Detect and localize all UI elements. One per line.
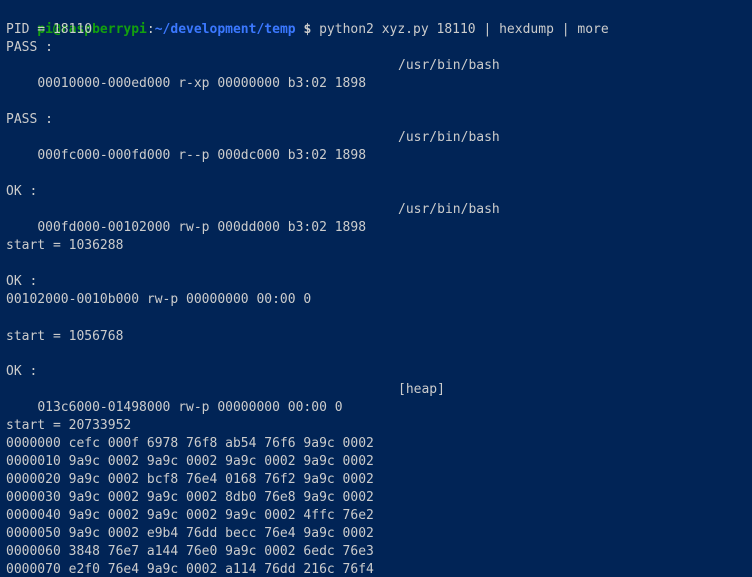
memory-map-line: 00010000-000ed000 r-xp 00000000 b3:02 18… <box>6 57 746 91</box>
status-line: PASS : <box>6 112 53 127</box>
hexdump-line: 0000030 9a9c 0002 9a9c 0002 8db0 76e8 9a… <box>6 490 374 505</box>
prompt-line: pi@raspberrypi:~/development/temp $ pyth… <box>6 3 608 37</box>
memory-map-line: 000fd000-00102000 rw-p 000dd000 b3:02 18… <box>6 201 746 235</box>
command-text: python2 xyz.py 18110 | hexdump | more <box>311 22 609 37</box>
hexdump-line: 0000070 e2f0 76e4 9a9c 0002 a114 76dd 21… <box>6 562 374 577</box>
memory-map-line: 013c6000-01498000 rw-p 00000000 00:00 0 … <box>6 381 746 415</box>
memory-map-range: 00010000-000ed000 r-xp 00000000 b3:02 18… <box>37 76 367 91</box>
memory-map-path: /usr/bin/bash <box>398 58 500 73</box>
prompt-separator: : <box>146 22 155 37</box>
status-line: PASS : <box>6 40 53 55</box>
pid-line: PID = 18110 <box>6 22 93 37</box>
terminal-window[interactable]: pi@raspberrypi:~/development/temp $ pyth… <box>0 0 752 577</box>
hexdump-line: 0000000 cefc 000f 6978 76f8 ab54 76f6 9a… <box>6 436 374 451</box>
hexdump-line: 0000040 9a9c 0002 9a9c 0002 9a9c 0002 4f… <box>6 508 374 523</box>
start-line: start = 20733952 <box>6 418 132 433</box>
start-line: start = 1036288 <box>6 238 124 253</box>
memory-map-line: 00102000-0010b000 rw-p 00000000 00:00 0 <box>6 292 312 307</box>
hexdump-line: 0000020 9a9c 0002 bcf8 76e4 0168 76f2 9a… <box>6 472 374 487</box>
memory-map-path: /usr/bin/bash <box>398 130 500 145</box>
memory-map-path: [heap] <box>398 382 445 397</box>
status-line: OK : <box>6 184 38 199</box>
prompt-path: ~/development/temp <box>154 22 296 37</box>
memory-map-range: 000fc000-000fd000 r--p 000dc000 b3:02 18… <box>37 148 367 163</box>
memory-map-range: 000fd000-00102000 rw-p 000dd000 b3:02 18… <box>37 220 367 235</box>
memory-map-range: 013c6000-01498000 rw-p 00000000 00:00 0 <box>37 400 343 415</box>
hexdump-line: 0000010 9a9c 0002 9a9c 0002 9a9c 0002 9a… <box>6 454 374 469</box>
memory-map-line: 000fc000-000fd000 r--p 000dc000 b3:02 18… <box>6 129 746 163</box>
status-line: OK : <box>6 364 38 379</box>
hexdump-line: 0000060 3848 76e7 a144 76e0 9a9c 0002 6e… <box>6 544 374 559</box>
memory-map-path: /usr/bin/bash <box>398 202 500 217</box>
start-line: start = 1056768 <box>6 329 124 344</box>
hexdump-line: 0000050 9a9c 0002 e9b4 76dd becc 76e4 9a… <box>6 526 374 541</box>
status-line: OK : <box>6 274 38 289</box>
